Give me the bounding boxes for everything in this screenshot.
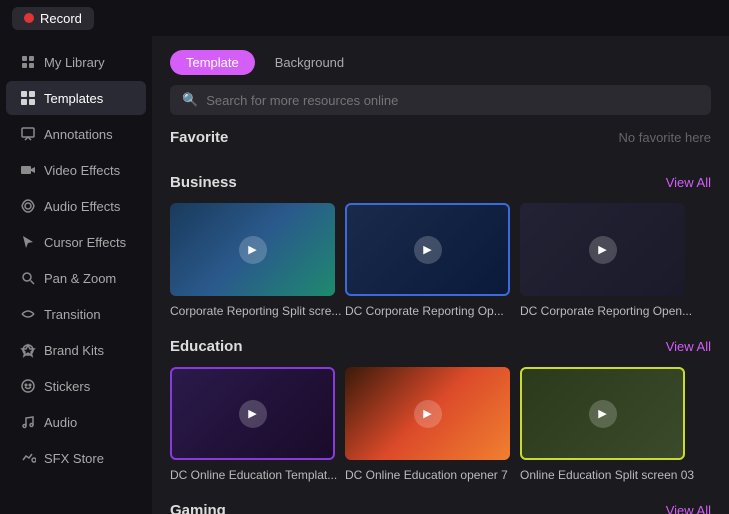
- sidebar-item-stickers[interactable]: Stickers: [6, 369, 146, 403]
- gaming-section: Gaming View All ▶ Gaming Template 1 ▶ Ga…: [152, 502, 729, 514]
- template-label: DC Online Education opener 7: [345, 468, 508, 482]
- sticker-icon: [20, 378, 36, 394]
- sidebar-item-label: Pan & Zoom: [44, 271, 116, 286]
- sidebar: My Library Templates Annotations Video E…: [0, 36, 152, 514]
- gaming-title: Gaming: [170, 502, 226, 514]
- sidebar-item-brand-kits[interactable]: Brand Kits: [6, 333, 146, 367]
- business-header: Business View All: [170, 174, 711, 191]
- sidebar-item-audio-effects[interactable]: Audio Effects: [6, 189, 146, 223]
- library-icon: [20, 54, 36, 70]
- gaming-view-all[interactable]: View All: [666, 503, 711, 514]
- sidebar-item-video-effects[interactable]: Video Effects: [6, 153, 146, 187]
- search-icon: 🔍: [182, 92, 198, 108]
- template-thumbnail: ▶: [170, 203, 335, 296]
- sidebar-item-label: Video Effects: [44, 163, 120, 178]
- annotation-icon: [20, 126, 36, 142]
- tab-template[interactable]: Template: [170, 50, 255, 75]
- business-section: Business View All ▶ Corporate Reporting …: [152, 174, 729, 338]
- template-thumbnail: ▶: [345, 367, 510, 460]
- sidebar-item-label: Templates: [44, 91, 103, 106]
- content-area: Template Background 🔍 Favorite No favori…: [152, 36, 729, 514]
- sidebar-item-cursor-effects[interactable]: Cursor Effects: [6, 225, 146, 259]
- sfx-icon: [20, 450, 36, 466]
- search-bar: 🔍: [170, 85, 711, 115]
- sidebar-item-audio[interactable]: Audio: [6, 405, 146, 439]
- sidebar-item-sfx-store[interactable]: SFX Store: [6, 441, 146, 475]
- record-indicator: [24, 13, 34, 23]
- template-label: Online Education Split screen 03: [520, 468, 694, 482]
- play-button[interactable]: ▶: [414, 400, 442, 428]
- education-header: Education View All: [170, 338, 711, 355]
- favorite-empty: No favorite here: [619, 130, 712, 145]
- video-icon: [20, 162, 36, 178]
- sidebar-item-label: Stickers: [44, 379, 90, 394]
- template-label: DC Online Education Templat...: [170, 468, 337, 482]
- template-thumbnail: ▶: [520, 203, 685, 296]
- template-card[interactable]: ▶ DC Corporate Reporting Op...: [345, 203, 510, 320]
- template-card[interactable]: ▶ Online Education Split screen 03: [520, 367, 685, 484]
- sidebar-item-label: Annotations: [44, 127, 113, 142]
- sidebar-item-templates[interactable]: Templates: [6, 81, 146, 115]
- template-label: DC Corporate Reporting Open...: [520, 304, 692, 318]
- template-card[interactable]: ▶ DC Online Education Templat...: [170, 367, 335, 484]
- play-button[interactable]: ▶: [239, 400, 267, 428]
- template-label: Corporate Reporting Split scre...: [170, 304, 341, 318]
- grid-icon: [20, 90, 36, 106]
- play-button[interactable]: ▶: [239, 236, 267, 264]
- tab-bar: Template Background: [152, 36, 729, 85]
- favorite-section: Favorite No favorite here: [152, 129, 729, 174]
- sidebar-item-transition[interactable]: Transition: [6, 297, 146, 331]
- transition-icon: [20, 306, 36, 322]
- business-view-all[interactable]: View All: [666, 175, 711, 190]
- gaming-header: Gaming View All: [170, 502, 711, 514]
- sidebar-item-label: Audio: [44, 415, 77, 430]
- music-icon: [20, 414, 36, 430]
- favorite-header: Favorite No favorite here: [170, 129, 711, 146]
- zoom-icon: [20, 270, 36, 286]
- business-grid: ▶ Corporate Reporting Split scre... ▶ DC…: [170, 203, 711, 320]
- sidebar-item-label: My Library: [44, 55, 105, 70]
- audio-icon: [20, 198, 36, 214]
- education-grid: ▶ DC Online Education Templat... ▶ DC On…: [170, 367, 711, 484]
- tab-background[interactable]: Background: [259, 50, 360, 75]
- education-section: Education View All ▶ DC Online Education…: [152, 338, 729, 502]
- app-header: Record: [0, 0, 729, 36]
- cursor-icon: [20, 234, 36, 250]
- sidebar-item-label: Cursor Effects: [44, 235, 126, 250]
- sidebar-item-label: Brand Kits: [44, 343, 104, 358]
- education-view-all[interactable]: View All: [666, 339, 711, 354]
- play-button[interactable]: ▶: [589, 236, 617, 264]
- main-layout: My Library Templates Annotations Video E…: [0, 36, 729, 514]
- play-button[interactable]: ▶: [589, 400, 617, 428]
- sidebar-item-label: SFX Store: [44, 451, 104, 466]
- template-thumbnail: ▶: [345, 203, 510, 296]
- play-button[interactable]: ▶: [414, 236, 442, 264]
- template-card[interactable]: ▶ DC Online Education opener 7: [345, 367, 510, 484]
- sidebar-item-pan-zoom[interactable]: Pan & Zoom: [6, 261, 146, 295]
- sidebar-item-annotations[interactable]: Annotations: [6, 117, 146, 151]
- template-card[interactable]: ▶ DC Corporate Reporting Open...: [520, 203, 685, 320]
- education-title: Education: [170, 338, 243, 355]
- favorite-title: Favorite: [170, 129, 228, 146]
- template-label: DC Corporate Reporting Op...: [345, 304, 504, 318]
- template-card[interactable]: ▶ Corporate Reporting Split scre...: [170, 203, 335, 320]
- sidebar-item-my-library[interactable]: My Library: [6, 45, 146, 79]
- template-thumbnail: ▶: [520, 367, 685, 460]
- sidebar-item-label: Audio Effects: [44, 199, 120, 214]
- sidebar-item-label: Transition: [44, 307, 101, 322]
- record-button[interactable]: Record: [12, 7, 94, 30]
- search-input[interactable]: [206, 93, 699, 108]
- record-label: Record: [40, 11, 82, 26]
- business-title: Business: [170, 174, 237, 191]
- brand-icon: [20, 342, 36, 358]
- template-thumbnail: ▶: [170, 367, 335, 460]
